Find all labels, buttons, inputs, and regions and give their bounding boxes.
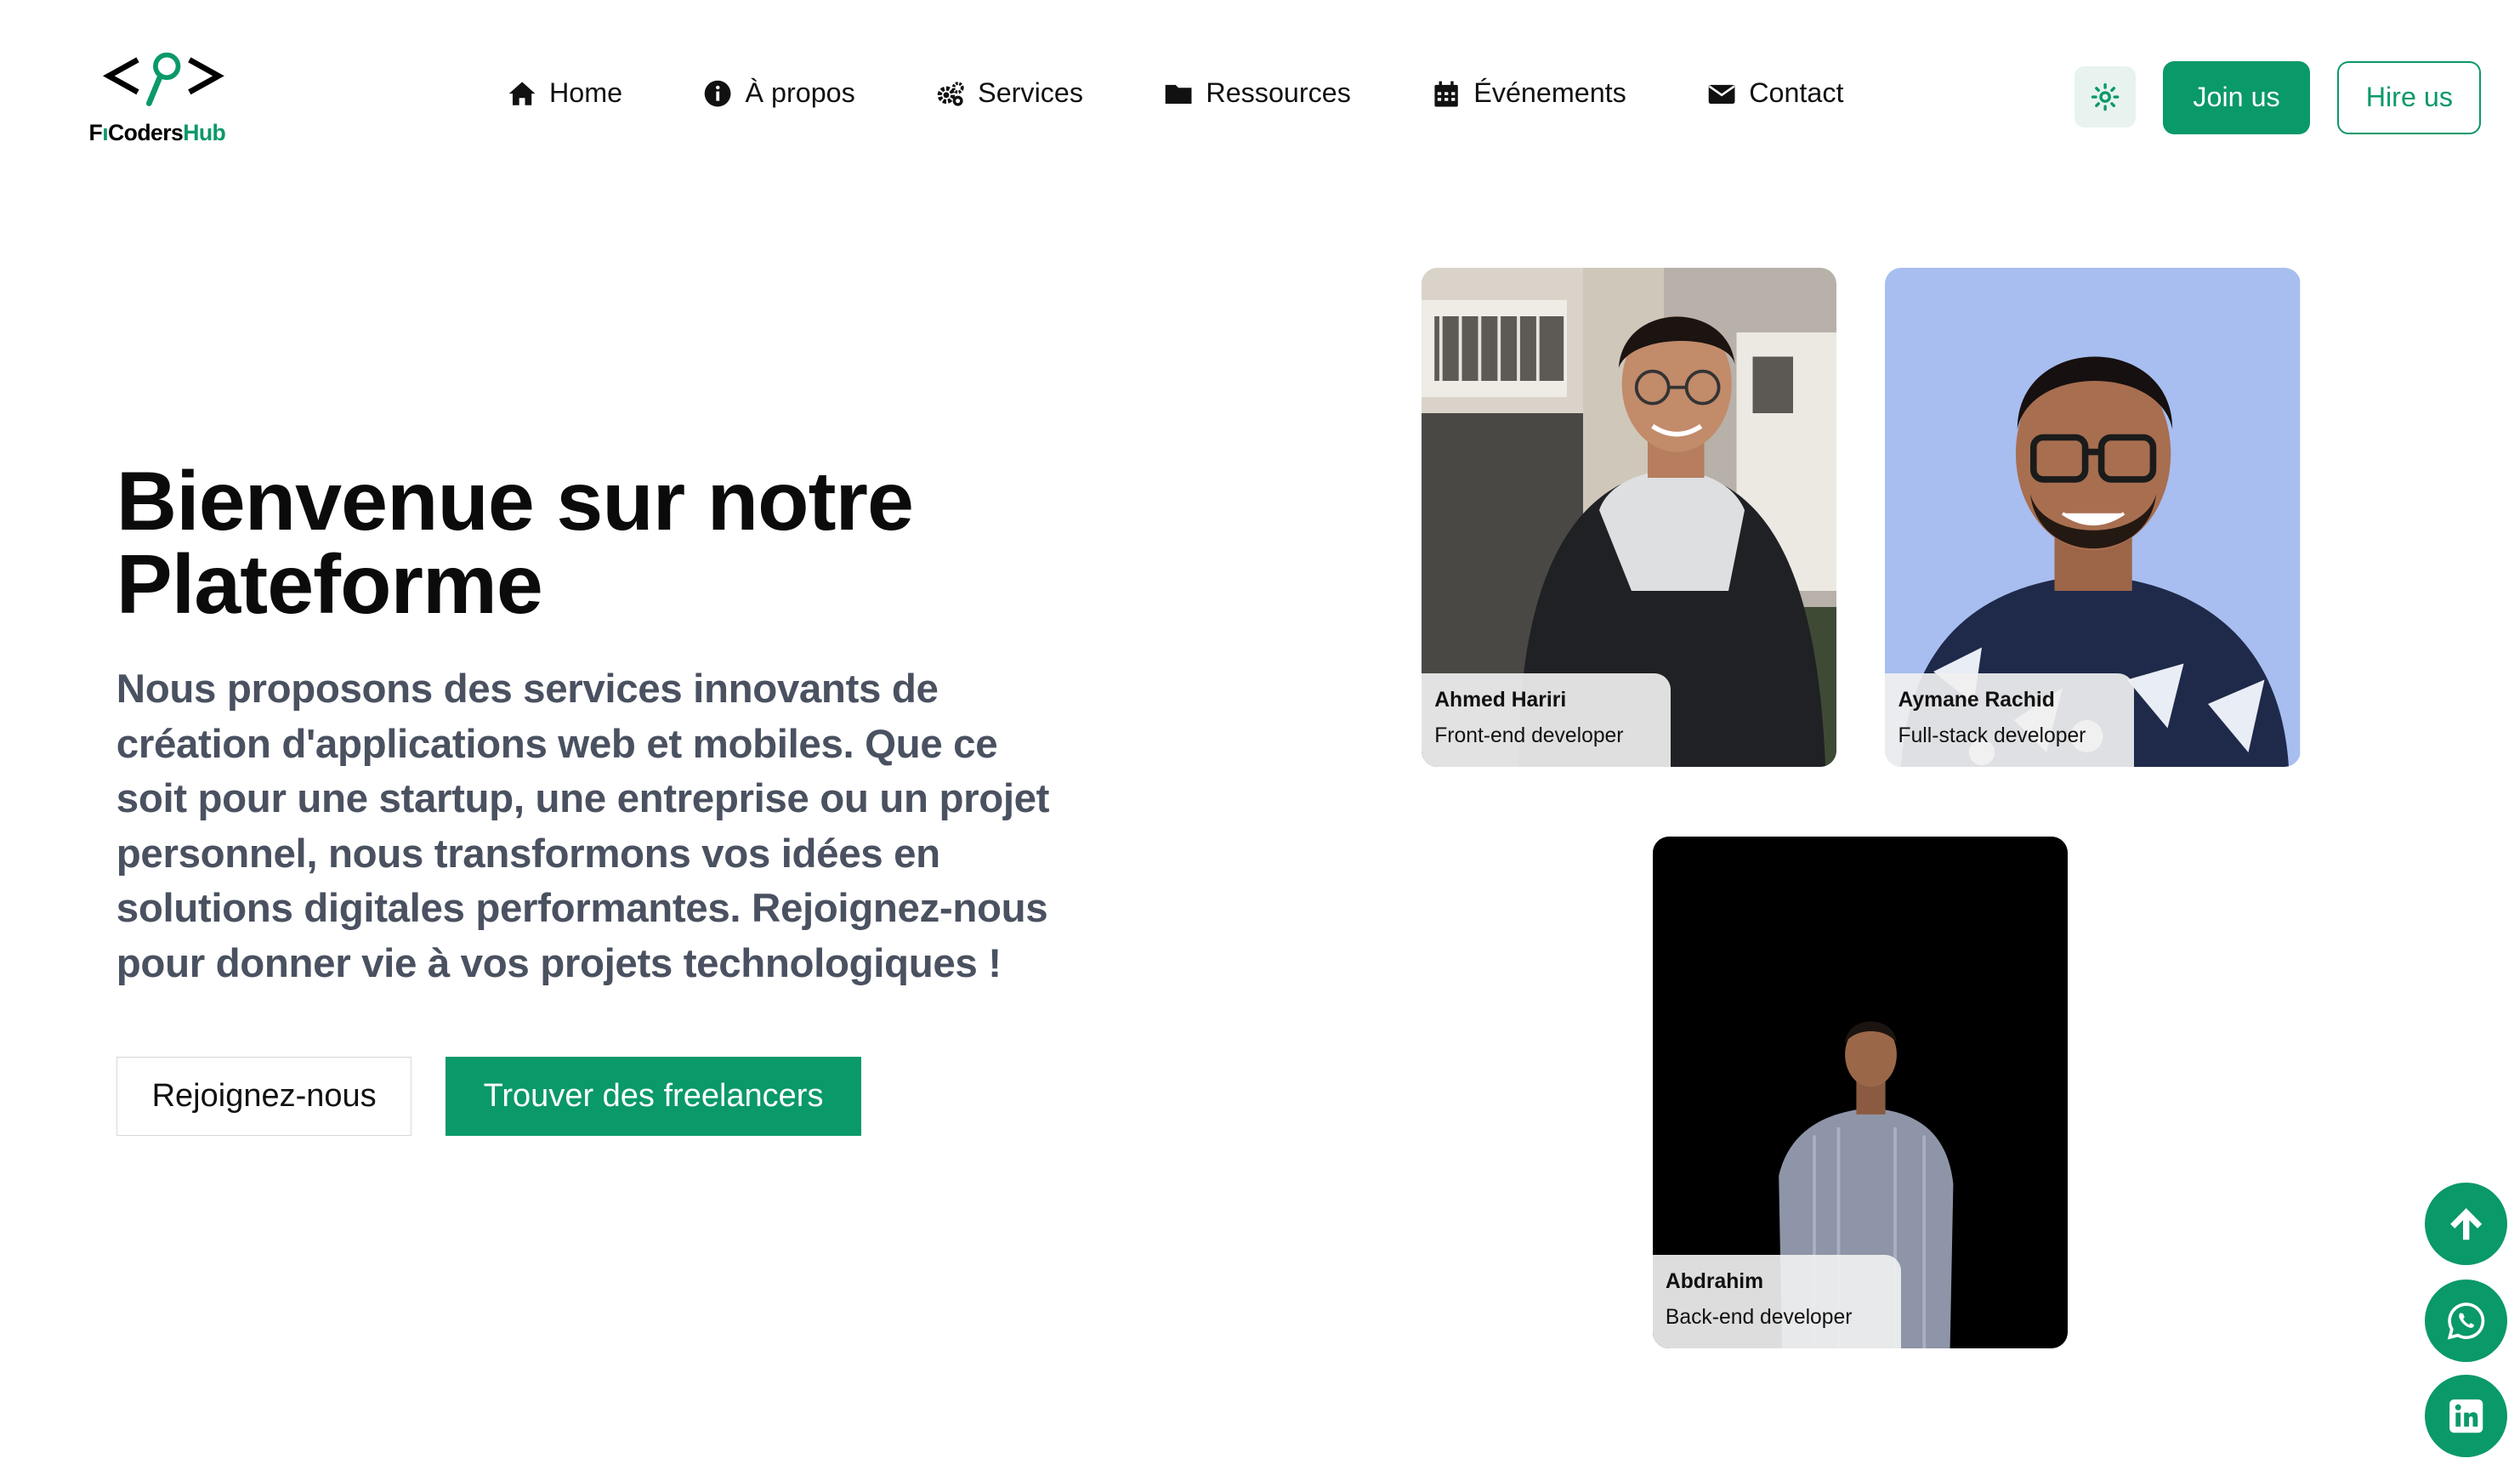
nav-label: Événements: [1473, 77, 1626, 109]
team-card[interactable]: Abdrahim Back-end developer: [1652, 837, 2068, 1349]
code-magnifier-logo-icon: [102, 52, 224, 106]
join-button[interactable]: Rejoignez-nous: [116, 1056, 412, 1136]
envelope-icon: [1708, 84, 1735, 104]
folder-icon: [1165, 84, 1192, 104]
linkedin-button[interactable]: [2424, 1374, 2507, 1457]
scroll-top-button[interactable]: [2424, 1182, 2507, 1265]
team-card[interactable]: Aymane Rachid Full-stack developer: [1885, 268, 2301, 768]
team-card[interactable]: Ahmed Hariri Front-end developer: [1422, 268, 1837, 768]
team-member-name: Ahmed Hariri: [1434, 689, 1567, 712]
nav-item-a-propos[interactable]: À propos: [703, 77, 855, 109]
nav-label: À propos: [745, 77, 855, 109]
nav-label: Home: [548, 77, 623, 109]
team-member-name: Abdrahim: [1665, 1270, 1764, 1294]
nav-item-contact[interactable]: Contact: [1707, 77, 1844, 109]
hero-title: Bienvenue sur notre Plateforme: [116, 453, 914, 632]
team-card-caption: Ahmed Hariri Front-end developer: [1422, 673, 1671, 768]
brand-name: FıCodersHub: [88, 119, 226, 145]
main-nav: Home À propos Services Ressources Événem…: [508, 77, 1844, 109]
nav-item-ressources[interactable]: Ressources: [1164, 77, 1351, 109]
team-member-role: Full-stack developer: [1898, 724, 2086, 748]
brand-logo[interactable]: FıCodersHub: [89, 48, 238, 149]
calendar-icon: [1434, 81, 1458, 107]
nav-label: Services: [978, 77, 1083, 109]
arrow-up-icon: [2449, 1207, 2482, 1240]
hero-description: Nous proposons des services innovants de…: [116, 667, 1050, 986]
team-member-role: Front-end developer: [1434, 724, 1624, 748]
nav-item-evenements[interactable]: Événements: [1432, 77, 1626, 109]
info-icon: [704, 80, 731, 107]
team-member-name: Aymane Rachid: [1898, 689, 2055, 712]
nav-label: Ressources: [1206, 77, 1351, 109]
linkedin-icon: [2449, 1399, 2483, 1433]
team-member-role: Back-end developer: [1665, 1306, 1853, 1330]
home-icon: [508, 82, 536, 105]
whatsapp-icon: [2447, 1302, 2484, 1340]
join-us-button[interactable]: Join us: [2163, 61, 2310, 134]
nav-label: Contact: [1749, 77, 1844, 109]
hire-us-button[interactable]: Hire us: [2337, 61, 2482, 134]
team-card-caption: Aymane Rachid Full-stack developer: [1885, 673, 2134, 768]
find-freelancers-button[interactable]: Trouver des freelancers: [446, 1056, 861, 1136]
nav-item-home[interactable]: Home: [508, 77, 623, 109]
nav-item-services[interactable]: Services: [936, 77, 1083, 109]
cogs-icon: [937, 81, 964, 106]
whatsapp-button[interactable]: [2424, 1279, 2507, 1362]
team-card-caption: Abdrahim Back-end developer: [1652, 1255, 1902, 1349]
theme-toggle-button[interactable]: [2074, 65, 2136, 128]
sun-icon: [2091, 82, 2119, 111]
